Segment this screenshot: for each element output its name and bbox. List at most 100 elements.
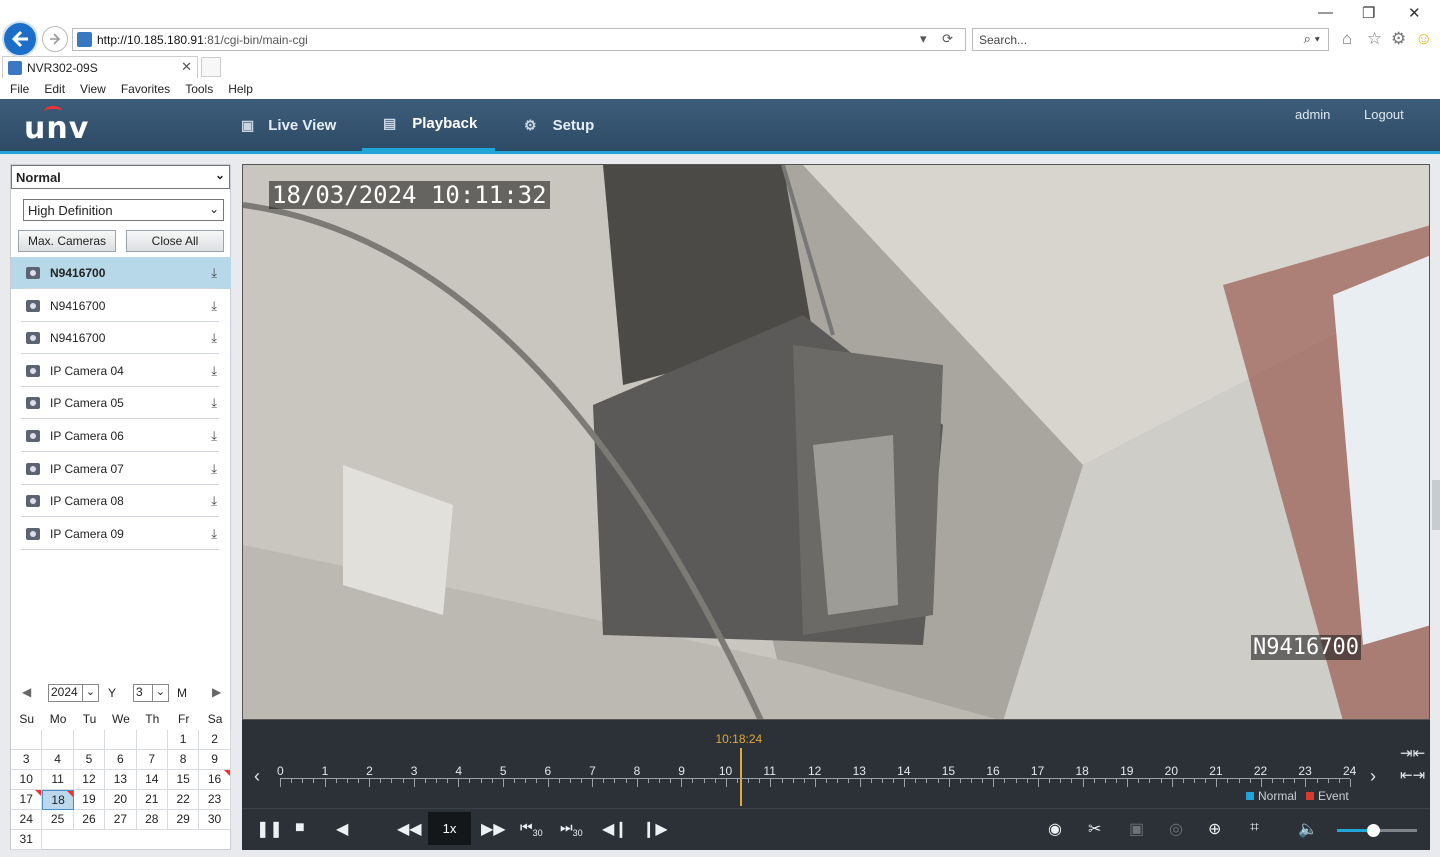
tab-live-view[interactable]: ▣ Live View [241, 99, 336, 151]
calendar-day[interactable]: 10 [11, 770, 43, 790]
volume-slider[interactable] [1337, 824, 1417, 837]
search-icon[interactable]: ⌕ ▾ [1304, 31, 1320, 47]
calendar-day[interactable]: 29 [167, 810, 200, 830]
minimize-icon[interactable]: — [1318, 4, 1333, 21]
menu-edit[interactable]: Edit [44, 82, 65, 96]
max-cameras-button[interactable]: Max. Cameras [18, 230, 116, 252]
calendar-day[interactable]: 2 [199, 730, 231, 750]
calendar-day[interactable]: 17 [11, 790, 43, 810]
slow-down-icon[interactable]: ◀◀ [397, 819, 422, 839]
zoom-search-icon[interactable]: ⊕ [1208, 819, 1221, 839]
calendar-day[interactable]: 14 [136, 770, 168, 790]
speed-up-icon[interactable]: ▶▶ [481, 819, 506, 839]
stop-icon[interactable]: ■ [295, 819, 305, 837]
prev-month-icon[interactable]: ◀ [22, 685, 31, 699]
download-icon[interactable]: ⤓ [211, 395, 217, 411]
pause-icon[interactable]: ❚❚ [256, 819, 283, 839]
zoom-in-timeline-icon[interactable]: ⇤⇥ [1400, 766, 1425, 784]
new-tab-button[interactable] [201, 57, 221, 77]
camera-list-item[interactable]: IP Camera 09 ⤓ [11, 518, 231, 550]
calendar-day[interactable]: 9 [199, 750, 231, 770]
camera-list-item[interactable]: IP Camera 05 ⤓ [11, 387, 231, 420]
camera-list-item[interactable]: IP Camera 07 ⤓ [11, 453, 231, 485]
download-icon[interactable]: ⤓ [211, 330, 217, 346]
close-tab-icon[interactable]: ✕ [181, 59, 192, 75]
skip-forward-30-icon[interactable]: ⏭30 [560, 819, 583, 838]
calendar-day[interactable]: 19 [73, 790, 106, 810]
back-button[interactable] [2, 21, 38, 57]
username[interactable]: admin [1295, 107, 1330, 122]
home-icon[interactable]: ⌂ [1342, 29, 1352, 49]
download-icon[interactable]: ⤓ [211, 461, 217, 477]
calendar-day[interactable]: 5 [73, 750, 106, 770]
next-month-icon[interactable]: ▶ [212, 685, 221, 699]
calendar-day[interactable]: 3 [11, 750, 43, 770]
clip-scissors-icon[interactable]: ✂ [1088, 819, 1101, 839]
favorites-star-icon[interactable]: ☆ [1367, 29, 1382, 49]
calendar-day[interactable]: 28 [136, 810, 168, 830]
download-icon[interactable]: ⤓ [211, 493, 217, 509]
calendar-day[interactable]: 26 [73, 810, 106, 830]
camera-list-item[interactable]: N9416700 ⤓ [11, 257, 231, 289]
calendar-day[interactable]: 15 [167, 770, 200, 790]
calendar-day[interactable]: 7 [136, 750, 168, 770]
calendar-day[interactable]: 31 [11, 830, 43, 850]
calendar-day[interactable]: 21 [136, 790, 168, 810]
tab-setup[interactable]: ⚙ Setup [524, 99, 594, 151]
close-window-icon[interactable]: ✕ [1408, 4, 1421, 22]
menu-tools[interactable]: Tools [185, 82, 213, 96]
volume-speaker-icon[interactable]: 🔈 [1298, 819, 1318, 839]
calendar-day[interactable]: 11 [42, 770, 74, 790]
menu-favorites[interactable]: Favorites [121, 82, 170, 96]
forward-button[interactable] [42, 26, 68, 52]
frame-forward-icon[interactable]: ❙▶ [642, 819, 668, 839]
camera-list-item[interactable]: IP Camera 08 ⤓ [11, 485, 231, 518]
restore-icon[interactable]: ❐ [1362, 4, 1375, 22]
tag-icon[interactable]: ⌗ [1250, 819, 1259, 837]
calendar-day[interactable]: 25 [42, 810, 74, 830]
reverse-play-icon[interactable]: ◀ [336, 819, 348, 839]
download-icon[interactable]: ⤓ [211, 526, 217, 542]
calendar-day[interactable]: 6 [105, 750, 137, 770]
browser-tab[interactable]: NVR302-09S ✕ [2, 56, 198, 78]
download-icon[interactable]: ⤓ [211, 298, 217, 314]
calendar-day[interactable]: 13 [105, 770, 137, 790]
calendar-day[interactable]: 22 [167, 790, 200, 810]
page-scrollbar[interactable] [1432, 480, 1440, 530]
month-select[interactable]: 3 ⌄ [133, 684, 169, 702]
frame-back-icon[interactable]: ◀❙ [602, 819, 628, 839]
calendar-day[interactable]: 4 [42, 750, 74, 770]
menu-view[interactable]: View [80, 82, 106, 96]
video-player[interactable]: 18/03/2024 10:11:32 N9416700 [242, 164, 1430, 720]
snapshot-camera-icon[interactable]: ◉ [1048, 819, 1062, 839]
quality-select[interactable]: High Definition ⌄ [23, 199, 224, 221]
menu-help[interactable]: Help [228, 82, 253, 96]
calendar-day[interactable]: 12 [73, 770, 106, 790]
calendar-day[interactable]: 16 [199, 770, 231, 790]
volume-knob[interactable] [1367, 824, 1380, 837]
smiley-feedback-icon[interactable]: ☺ [1415, 29, 1432, 49]
year-select[interactable]: 2024 ⌄ [48, 684, 99, 702]
camera-list-item[interactable]: IP Camera 06 ⤓ [11, 420, 231, 452]
calendar-day[interactable]: 8 [167, 750, 200, 770]
mode-select[interactable]: Normal ⌄ [11, 165, 230, 189]
time-cursor[interactable] [739, 748, 742, 806]
calendar-day[interactable]: 23 [199, 790, 231, 810]
address-bar[interactable]: http://10.185.180.91:81/cgi-bin/main-cgi… [72, 28, 966, 51]
logout-link[interactable]: Logout [1364, 107, 1404, 122]
camera-list-item[interactable]: N9416700 ⤓ [11, 322, 231, 355]
download-icon[interactable]: ⤓ [211, 265, 217, 281]
calendar-day[interactable]: 30 [199, 810, 231, 830]
calendar-day[interactable]: 20 [105, 790, 137, 810]
settings-gear-icon[interactable]: ⚙ [1391, 29, 1406, 49]
camera-list-item[interactable]: N9416700 ⤓ [11, 290, 231, 322]
timeline-right-arrow-icon[interactable]: › [1370, 766, 1376, 787]
skip-back-30-icon[interactable]: ⏮30 [520, 819, 543, 838]
search-input[interactable]: Search... ⌕ ▾ [972, 28, 1329, 51]
calendar-day[interactable]: 18 [42, 790, 74, 810]
download-icon[interactable]: ⤓ [211, 363, 217, 379]
menu-file[interactable]: File [10, 82, 29, 96]
camera-list-item[interactable]: IP Camera 04 ⤓ [11, 355, 231, 387]
timeline-left-arrow-icon[interactable]: ‹ [254, 766, 260, 787]
timeline[interactable]: 10:18:24 ‹ › 0 1 2 3 4 5 6 7 8 9 10 11 12 13 14 15 16 17 1… [242, 720, 1430, 808]
